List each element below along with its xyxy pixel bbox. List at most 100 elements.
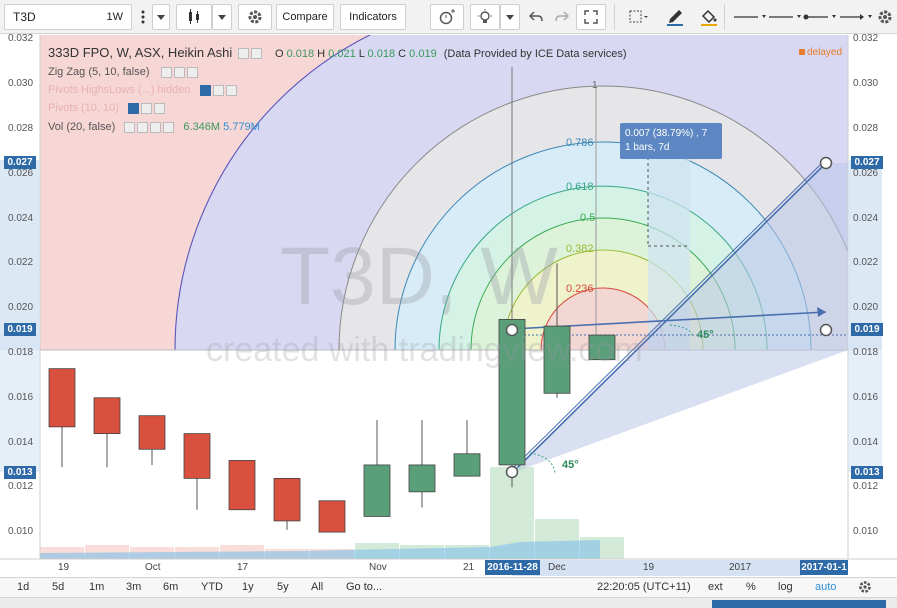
- fib-label-05: 0.5: [580, 212, 596, 224]
- price-axis-label: 0.012: [853, 481, 879, 493]
- range-1d[interactable]: 1d: [17, 581, 29, 593]
- time-tag-start: 2016-11-28: [485, 560, 540, 575]
- ext-toggle[interactable]: ext: [708, 581, 723, 593]
- auto-toggle[interactable]: auto: [815, 581, 836, 593]
- brush-tool-button[interactable]: [660, 4, 690, 30]
- drawing-settings-button[interactable]: [874, 4, 896, 30]
- candle-bearish: [228, 460, 256, 511]
- gear-icon: [248, 10, 262, 24]
- range-5d[interactable]: 5d: [52, 581, 64, 593]
- indicator-close-icon[interactable]: [186, 66, 198, 78]
- ohlc-readout: O 0.018 H 0.021 L 0.018 C 0.019 (Data Pr…: [274, 48, 627, 60]
- price-axis-label: 0.020: [853, 302, 879, 314]
- drawing-handle-upper[interactable]: [819, 156, 833, 170]
- indicator-eye-icon[interactable]: [199, 84, 211, 96]
- indicator-row-volume[interactable]: Vol (20, false) 6.346M 5.779M: [48, 121, 260, 133]
- redo-button[interactable]: [550, 4, 574, 30]
- chart-pane[interactable]: T3D, W created with tradingview.com 333D…: [0, 33, 897, 577]
- range-ytd[interactable]: YTD: [201, 581, 223, 593]
- indicator-eye-icon[interactable]: [160, 66, 172, 78]
- price-axis-label: 0.016: [853, 391, 879, 403]
- time-label: Oct: [145, 562, 161, 573]
- right-price-tag-mid: 0.019: [851, 323, 883, 336]
- interval-dropdown-button[interactable]: [152, 4, 170, 30]
- candle-bearish: [318, 500, 346, 533]
- indicator-settings-icon[interactable]: [212, 84, 224, 96]
- legend-title: 333D FPO, W, ASX, Heikin Ashi: [48, 45, 233, 60]
- chart-style-button[interactable]: [176, 4, 212, 30]
- range-5y[interactable]: 5y: [277, 581, 289, 593]
- drawing-handle-right[interactable]: [819, 323, 833, 337]
- indicator-add-icon[interactable]: [150, 121, 162, 133]
- lightbulb-icon: [478, 9, 492, 23]
- price-axis-label: 0.026: [8, 167, 34, 179]
- indicator-close-icon[interactable]: [163, 121, 175, 133]
- compare-button[interactable]: Compare: [276, 4, 334, 30]
- price-axis-label: 0.012: [8, 481, 34, 493]
- time-label: 2017: [729, 562, 752, 573]
- tradingview-app: T3D 1W Compare Indicators T3D, W created…: [0, 0, 897, 608]
- indicator-close-icon[interactable]: [153, 102, 165, 114]
- fullscreen-button[interactable]: [576, 4, 606, 30]
- chart-style-dropdown-button[interactable]: [212, 4, 232, 30]
- angle-label-lower: 45°: [562, 459, 579, 471]
- legend-settings-icon[interactable]: [237, 48, 249, 60]
- gear-icon[interactable]: [858, 580, 872, 597]
- footer-active-tab[interactable]: [712, 600, 886, 608]
- line-ends-left-button[interactable]: [800, 4, 840, 30]
- goto-button[interactable]: Go to...: [346, 581, 382, 593]
- undo-button[interactable]: [524, 4, 548, 30]
- alert-button[interactable]: [430, 4, 464, 30]
- indicator-eye-icon[interactable]: [124, 121, 136, 133]
- indicators-button[interactable]: Indicators: [340, 4, 406, 30]
- delayed-badge: delayed: [799, 47, 842, 58]
- range-3m[interactable]: 3m: [126, 581, 141, 593]
- fullscreen-icon: [584, 10, 598, 24]
- candle-bearish: [138, 415, 166, 450]
- candle-bearish: [273, 477, 301, 522]
- range-6m[interactable]: 6m: [163, 581, 178, 593]
- price-axis-label: 0.022: [853, 257, 879, 269]
- indicator-eye-icon[interactable]: [127, 102, 139, 114]
- left-price-tag-mid: 0.019: [4, 323, 36, 336]
- right-axis-highlight: [848, 160, 882, 350]
- indicator-row-pivots[interactable]: Pivots (10, 10): [48, 102, 165, 114]
- time-label: 19: [58, 562, 70, 573]
- symbol-input[interactable]: T3D 1W: [4, 4, 132, 30]
- legend-hide-icon[interactable]: [250, 48, 262, 60]
- line-style-button[interactable]: [765, 4, 805, 30]
- chart-legend: 333D FPO, W, ASX, Heikin Ashi O 0.018 H …: [48, 45, 627, 60]
- time-label: Dec: [548, 562, 566, 573]
- candle-bearish: [48, 368, 76, 428]
- redo-icon: [555, 11, 569, 22]
- theme-button[interactable]: [470, 4, 500, 30]
- clock-readout[interactable]: 22:20:05 (UTC+11): [597, 581, 691, 593]
- measure-tooltip: 0.007 (38.79%) , 7 1 bars, 7d: [620, 123, 722, 159]
- indicator-settings-icon[interactable]: [140, 102, 152, 114]
- indicator-settings-icon[interactable]: [137, 121, 149, 133]
- indicator-row-hidden[interactable]: Pivots HighsLows (...) hidden: [48, 84, 237, 96]
- range-all[interactable]: All: [311, 581, 323, 593]
- drawing-handle-lower[interactable]: [505, 465, 519, 479]
- settings-button[interactable]: [238, 4, 272, 30]
- fill-color-button[interactable]: [694, 4, 724, 30]
- theme-dropdown-button[interactable]: [500, 4, 520, 30]
- pencil-icon: [667, 10, 683, 26]
- price-axis-label: 0.016: [8, 391, 34, 403]
- line-ends-right-button[interactable]: [836, 4, 876, 30]
- candle-bearish: [93, 397, 121, 434]
- indicator-close-icon[interactable]: [225, 84, 237, 96]
- price-axis-label: 0.026: [853, 167, 879, 179]
- indicator-row-zigzag[interactable]: Zig Zag (5, 10, false): [48, 66, 198, 78]
- line-width-button[interactable]: [730, 4, 770, 30]
- selection-tool-button[interactable]: [622, 4, 656, 30]
- range-1y[interactable]: 1y: [242, 581, 254, 593]
- log-toggle[interactable]: log: [778, 581, 793, 593]
- indicator-settings-icon[interactable]: [173, 66, 185, 78]
- price-axis-label: 0.030: [8, 78, 34, 90]
- percent-toggle[interactable]: %: [746, 581, 756, 593]
- more-vertical-icon[interactable]: [134, 4, 152, 30]
- range-1m[interactable]: 1m: [89, 581, 104, 593]
- candles-icon: [189, 9, 199, 24]
- price-axis-label: 0.024: [853, 212, 879, 224]
